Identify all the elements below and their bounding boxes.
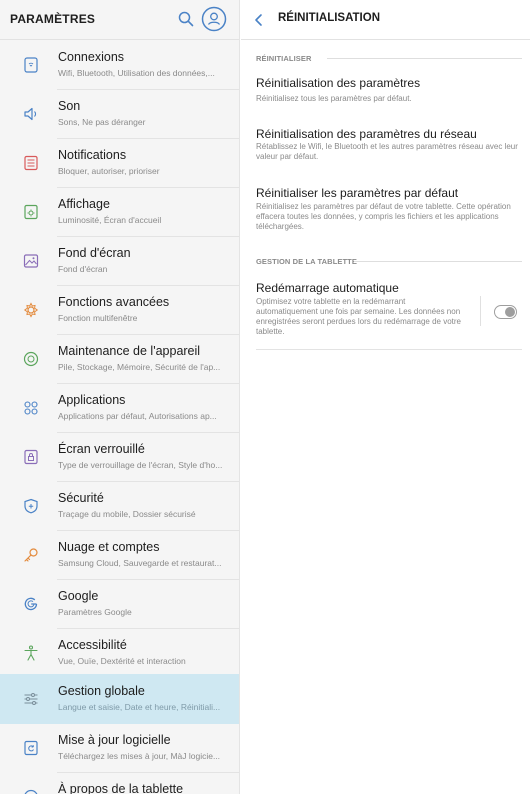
settings-list-pane: PARAMÈTRES Connexions Wifi, Bluetooth, U…: [0, 0, 240, 794]
sidebar-item-title: Maintenance de l'appareil: [58, 344, 201, 358]
sidebar-item-gestion-globale[interactable]: Gestion globale Langue et saisie, Date e…: [0, 674, 239, 724]
sidebar-item-affichage[interactable]: Affichage Luminosité, Écran d'accueil: [0, 188, 239, 237]
toggle-divider: [480, 296, 481, 326]
sidebar-item-subtitle: Applications par défaut, Autorisations a…: [58, 411, 217, 421]
sidebar-item-title: Accessibilité: [58, 638, 127, 652]
sidebar-item-title: Son: [58, 99, 81, 113]
security-icon: [24, 498, 38, 514]
option-description: Réinitialisez tous les paramètres par dé…: [256, 94, 412, 103]
sidebar-item-subtitle: Luminosité, Écran d'accueil: [58, 215, 162, 225]
option-title: Réinitialiser les paramètres par défaut: [256, 186, 459, 200]
lock-screen-icon: [24, 449, 38, 465]
detail-header: RÉINITIALISATION: [241, 0, 530, 40]
back-arrow-icon[interactable]: [252, 12, 266, 28]
sidebar-item-title: Mise à jour logicielle: [58, 733, 171, 747]
settings-header: PARAMÈTRES: [0, 0, 239, 40]
option-title: Redémarrage automatique: [256, 281, 399, 295]
reset-detail-pane: RÉINITIALISATION RÉINITIALISER Réinitial…: [241, 0, 530, 794]
about-tablet-icon: [24, 789, 38, 794]
sidebar-item-subtitle: Paramètres Google: [58, 607, 132, 617]
device-maintenance-icon: [23, 351, 39, 367]
wallpaper-icon: [23, 254, 39, 268]
google-icon: [24, 597, 38, 611]
notifications-icon: [24, 155, 38, 171]
sidebar-item-son[interactable]: Son Sons, Ne pas déranger: [0, 90, 239, 139]
sidebar-item-securite[interactable]: Sécurité Traçage du mobile, Dossier sécu…: [0, 482, 239, 531]
sidebar-item-title: Google: [58, 589, 99, 603]
sidebar-item-subtitle: Type de verrouillage de l'écran, Style d…: [58, 460, 223, 470]
option-description: Optimisez votre tablette en la redémarra…: [256, 297, 461, 336]
divider: [256, 349, 522, 350]
software-update-icon: [24, 740, 38, 756]
sidebar-item-title: Fond d'écran: [58, 246, 131, 260]
sidebar-item-subtitle: Wifi, Bluetooth, Utilisation des données…: [58, 68, 215, 78]
sidebar-item-connexions[interactable]: Connexions Wifi, Bluetooth, Utilisation …: [0, 41, 239, 90]
cloud-accounts-icon: [24, 548, 38, 562]
sidebar-item-title: Fonctions avancées: [58, 295, 170, 309]
option-description: Rétablissez le Wifi, le Bluetooth et les…: [256, 142, 518, 161]
sidebar-item-subtitle: Téléchargez les mises à jour, MàJ logici…: [58, 751, 221, 761]
advanced-features-icon: [23, 302, 39, 318]
sidebar-item-subtitle: Fond d'écran: [58, 264, 108, 274]
sidebar-item-subtitle: Bloquer, autoriser, prioriser: [58, 166, 160, 176]
sidebar-item-ecran-verrouille[interactable]: Écran verrouillé Type de verrouillage de…: [0, 433, 239, 482]
sidebar-item-subtitle: Langue et saisie, Date et heure, Réiniti…: [58, 702, 221, 712]
applications-icon: [24, 401, 38, 415]
sidebar-item-notifications[interactable]: Notifications Bloquer, autoriser, priori…: [0, 139, 239, 188]
sidebar-item-subtitle: Sons, Ne pas déranger: [58, 117, 146, 127]
toggle-knob: [505, 307, 515, 317]
sidebar-item-title: Notifications: [58, 148, 127, 162]
sidebar-item-title: Écran verrouillé: [58, 442, 145, 456]
sidebar-item-subtitle: Vue, Ouïe, Dextérité et interaction: [58, 656, 186, 666]
sidebar-item-title: À propos de la tablette: [58, 782, 184, 794]
auto-restart-toggle[interactable]: [494, 305, 517, 319]
general-management-icon: [24, 693, 38, 705]
option-title: Réinitialisation des paramètres du résea…: [256, 127, 477, 141]
sidebar-item-fond-ecran[interactable]: Fond d'écran Fond d'écran: [0, 237, 239, 286]
sidebar-item-nuage-comptes[interactable]: Nuage et comptes Samsung Cloud, Sauvegar…: [0, 531, 239, 580]
option-title: Réinitialisation des paramètres: [256, 76, 421, 90]
sidebar-item-accessibilite[interactable]: Accessibilité Vue, Ouïe, Dextérité et in…: [0, 629, 239, 678]
sidebar-item-title: Sécurité: [58, 491, 104, 505]
display-icon: [24, 204, 38, 220]
settings-title: PARAMÈTRES: [10, 12, 96, 26]
option-description: Réinitialisez les paramètres par défaut …: [256, 202, 511, 231]
sidebar-item-subtitle: Pile, Stockage, Mémoire, Sécurité de l'a…: [58, 362, 221, 372]
sidebar-item-google[interactable]: Google Paramètres Google: [0, 580, 239, 629]
sidebar-item-applications[interactable]: Applications Applications par défaut, Au…: [0, 384, 239, 433]
sidebar-item-title: Connexions: [58, 50, 125, 64]
accessibility-icon: [24, 645, 38, 661]
sidebar-item-title: Applications: [58, 393, 126, 407]
sidebar-item-subtitle: Fonction multifenêtre: [58, 313, 138, 323]
page-title: RÉINITIALISATION: [278, 12, 381, 24]
sidebar-item-title: Nuage et comptes: [58, 540, 160, 554]
search-icon[interactable]: [177, 10, 195, 28]
profile-icon[interactable]: [201, 6, 227, 32]
sidebar-item-a-propos[interactable]: À propos de la tablette: [0, 773, 239, 794]
sidebar-item-fonctions-avancees[interactable]: Fonctions avancées Fonction multifenêtre: [0, 286, 239, 335]
sidebar-item-title: Affichage: [58, 197, 110, 211]
section-header-tablet-management: GESTION DE LA TABLETTE: [256, 257, 357, 266]
connections-icon: [24, 57, 38, 73]
sidebar-item-title: Gestion globale: [58, 684, 145, 698]
section-divider: [327, 58, 522, 59]
sidebar-item-mise-a-jour[interactable]: Mise à jour logicielle Téléchargez les m…: [0, 724, 239, 773]
section-divider: [354, 261, 522, 262]
sound-icon: [24, 107, 37, 121]
sidebar-item-subtitle: Traçage du mobile, Dossier sécurisé: [58, 509, 196, 519]
sidebar-item-subtitle: Samsung Cloud, Sauvegarde et restaurat..…: [58, 558, 222, 568]
sidebar-item-maintenance[interactable]: Maintenance de l'appareil Pile, Stockage…: [0, 335, 239, 384]
section-header-reset: RÉINITIALISER: [256, 54, 312, 63]
